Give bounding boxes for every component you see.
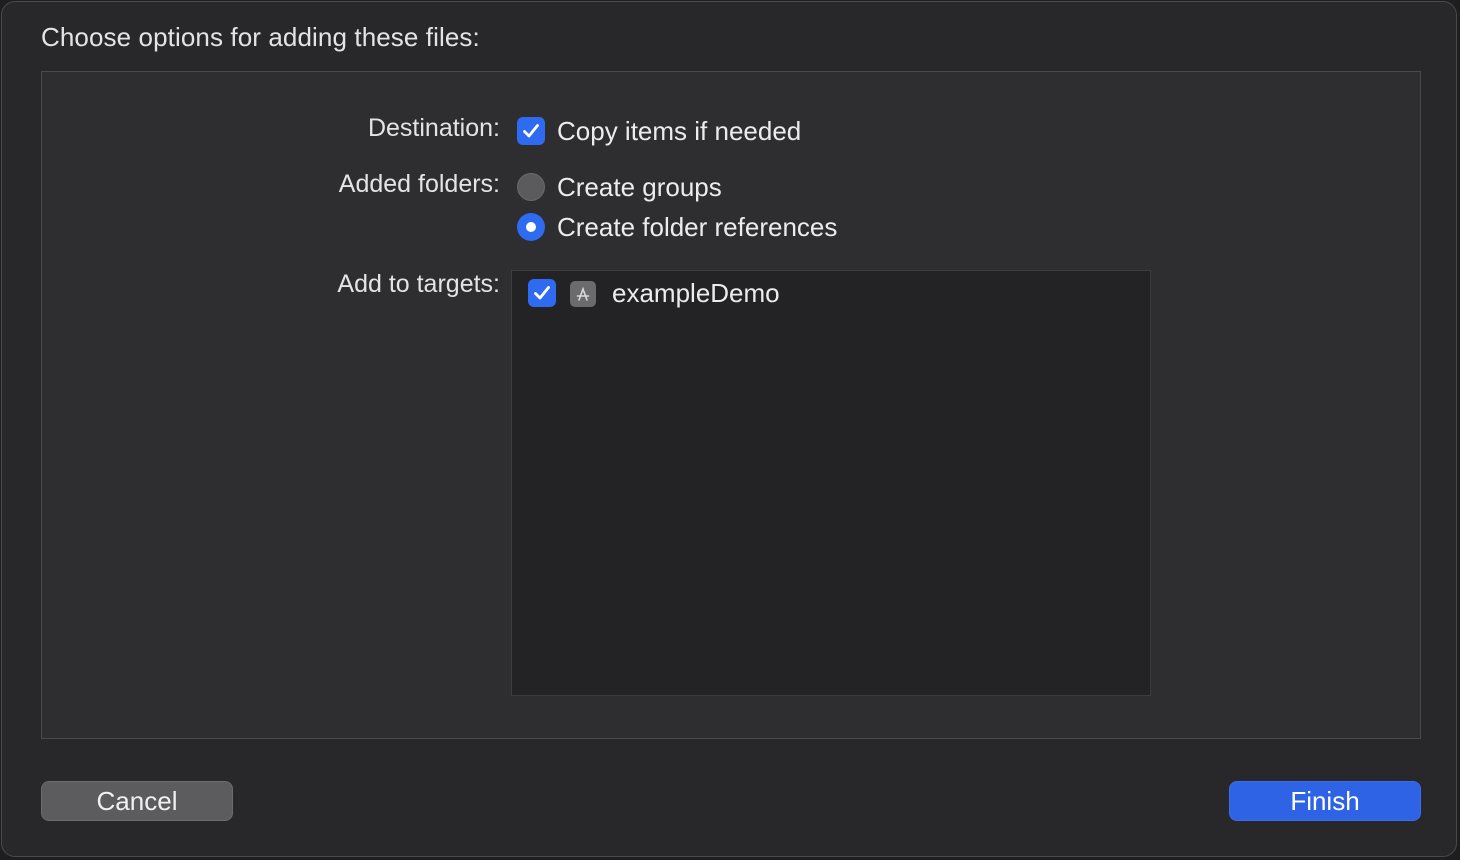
- added-folders-label: Added folders:: [338, 170, 500, 198]
- checkmark-icon: [534, 286, 550, 300]
- checkmark-icon: [523, 124, 539, 138]
- target-checkbox[interactable]: [528, 279, 556, 307]
- add-files-options-sheet: Choose options for adding these files: D…: [1, 1, 1457, 857]
- finish-button[interactable]: Finish: [1229, 781, 1421, 821]
- cancel-button[interactable]: Cancel: [41, 781, 233, 821]
- targets-list[interactable]: exampleDemo: [511, 270, 1151, 696]
- copy-items-checkbox[interactable]: [517, 117, 545, 145]
- destination-label: Destination:: [367, 114, 500, 142]
- add-to-targets-label: Add to targets:: [337, 270, 500, 298]
- sheet-title: Choose options for adding these files:: [41, 22, 480, 52]
- create-groups-radio[interactable]: [517, 173, 545, 201]
- target-name: exampleDemo: [612, 278, 780, 308]
- create-groups-label[interactable]: Create groups: [557, 172, 722, 203]
- copy-items-label[interactable]: Copy items if needed: [557, 116, 801, 147]
- app-target-icon: [570, 281, 596, 307]
- target-row[interactable]: exampleDemo: [512, 271, 1150, 317]
- create-folder-references-label[interactable]: Create folder references: [557, 212, 837, 243]
- options-panel: Destination: Copy items if needed Added …: [41, 71, 1421, 739]
- create-folder-references-radio[interactable]: [517, 213, 545, 241]
